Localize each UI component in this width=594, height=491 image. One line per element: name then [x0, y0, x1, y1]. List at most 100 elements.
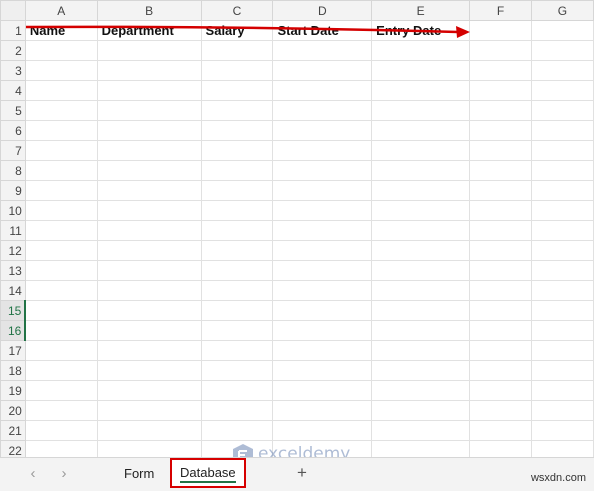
row-header-18[interactable]: 18 [0, 360, 26, 381]
cell-b15[interactable] [96, 300, 202, 321]
row-header-11[interactable]: 11 [0, 220, 26, 241]
cell-e3[interactable] [371, 60, 471, 81]
cell-c16[interactable] [200, 320, 274, 341]
row-header-16[interactable]: 16 [0, 320, 27, 341]
cell-g22[interactable] [530, 440, 594, 457]
column-header-g[interactable]: G [530, 0, 594, 21]
cell-g6[interactable] [530, 120, 594, 141]
cell-b21[interactable] [96, 420, 202, 441]
row-header-14[interactable]: 14 [0, 280, 26, 301]
cell-c17[interactable] [200, 340, 274, 361]
cell-g2[interactable] [530, 40, 594, 61]
cell-b3[interactable] [96, 60, 202, 81]
cell-d3[interactable] [272, 60, 373, 81]
cell-b10[interactable] [96, 200, 202, 221]
cell-e15[interactable] [371, 300, 471, 321]
cell-d10[interactable] [272, 200, 373, 221]
cell-e2[interactable] [371, 40, 471, 61]
cell-b2[interactable] [96, 40, 202, 61]
row-header-6[interactable]: 6 [0, 120, 26, 141]
row-header-20[interactable]: 20 [0, 400, 26, 421]
cell-f22[interactable] [469, 440, 532, 457]
cell-c5[interactable] [200, 100, 274, 121]
cell-b17[interactable] [96, 340, 202, 361]
cell-d14[interactable] [272, 280, 373, 301]
cell-a21[interactable] [24, 420, 98, 441]
cell-e7[interactable] [371, 140, 471, 161]
cell-a7[interactable] [24, 140, 98, 161]
cell-d15[interactable] [272, 300, 373, 321]
cell-c4[interactable] [200, 80, 274, 101]
cell-b4[interactable] [96, 80, 202, 101]
cell-d22[interactable] [272, 440, 373, 457]
column-header-c[interactable]: C [200, 0, 274, 21]
cell-f14[interactable] [469, 280, 532, 301]
cell-g9[interactable] [530, 180, 594, 201]
cell-f5[interactable] [469, 100, 532, 121]
cell-g15[interactable] [530, 300, 594, 321]
cell-a5[interactable] [24, 100, 98, 121]
cell-f2[interactable] [469, 40, 532, 61]
cell-c11[interactable] [200, 220, 274, 241]
row-header-7[interactable]: 7 [0, 140, 26, 161]
cell-c21[interactable] [200, 420, 274, 441]
cell-g10[interactable] [530, 200, 594, 221]
row-header-19[interactable]: 19 [0, 380, 26, 401]
cell-g7[interactable] [530, 140, 594, 161]
sheet-tab-database[interactable]: Database [170, 458, 246, 488]
cell-a11[interactable] [24, 220, 98, 241]
cell-e20[interactable] [371, 400, 471, 421]
column-header-b[interactable]: B [96, 0, 202, 21]
cell-e5[interactable] [371, 100, 471, 121]
cell-g1[interactable] [530, 20, 594, 41]
sheet-tab-form[interactable]: Form [116, 462, 162, 486]
cell-a18[interactable] [24, 360, 98, 381]
cell-e19[interactable] [371, 380, 471, 401]
cell-g4[interactable] [530, 80, 594, 101]
cell-c8[interactable] [200, 160, 274, 181]
cell-f20[interactable] [469, 400, 532, 421]
prev-sheet-icon[interactable]: ‹ [24, 465, 42, 483]
cell-f9[interactable] [469, 180, 532, 201]
next-sheet-icon[interactable]: › [55, 465, 73, 483]
cell-c6[interactable] [200, 120, 274, 141]
cell-d4[interactable] [272, 80, 373, 101]
cell-d6[interactable] [272, 120, 373, 141]
cell-a2[interactable] [24, 40, 98, 61]
cell-c1[interactable]: Salary [200, 20, 274, 41]
cell-b19[interactable] [96, 380, 202, 401]
row-header-10[interactable]: 10 [0, 200, 26, 221]
cell-g18[interactable] [530, 360, 594, 381]
cell-e6[interactable] [371, 120, 471, 141]
cell-b22[interactable] [96, 440, 202, 457]
cell-f21[interactable] [469, 420, 532, 441]
cell-d19[interactable] [272, 380, 373, 401]
cell-c7[interactable] [200, 140, 274, 161]
cell-d20[interactable] [272, 400, 373, 421]
cell-c15[interactable] [200, 300, 274, 321]
select-all-corner[interactable] [0, 0, 26, 21]
cell-c13[interactable] [200, 260, 274, 281]
cell-g19[interactable] [530, 380, 594, 401]
cell-b8[interactable] [96, 160, 202, 181]
cell-e22[interactable] [371, 440, 471, 457]
cell-b9[interactable] [96, 180, 202, 201]
cell-e14[interactable] [371, 280, 471, 301]
cell-b14[interactable] [96, 280, 202, 301]
cell-a9[interactable] [24, 180, 98, 201]
cell-e8[interactable] [371, 160, 471, 181]
cell-g17[interactable] [530, 340, 594, 361]
cell-a20[interactable] [24, 400, 98, 421]
cell-c2[interactable] [200, 40, 274, 61]
column-header-e[interactable]: E [371, 0, 471, 21]
cell-f18[interactable] [469, 360, 532, 381]
row-header-15[interactable]: 15 [0, 300, 27, 321]
cell-d1[interactable]: Start Date [272, 20, 373, 41]
cell-e16[interactable] [371, 320, 471, 341]
cell-d16[interactable] [272, 320, 373, 341]
cell-g3[interactable] [530, 60, 594, 81]
cell-c9[interactable] [200, 180, 274, 201]
cell-c12[interactable] [200, 240, 274, 261]
cell-a14[interactable] [24, 280, 98, 301]
row-header-9[interactable]: 9 [0, 180, 26, 201]
